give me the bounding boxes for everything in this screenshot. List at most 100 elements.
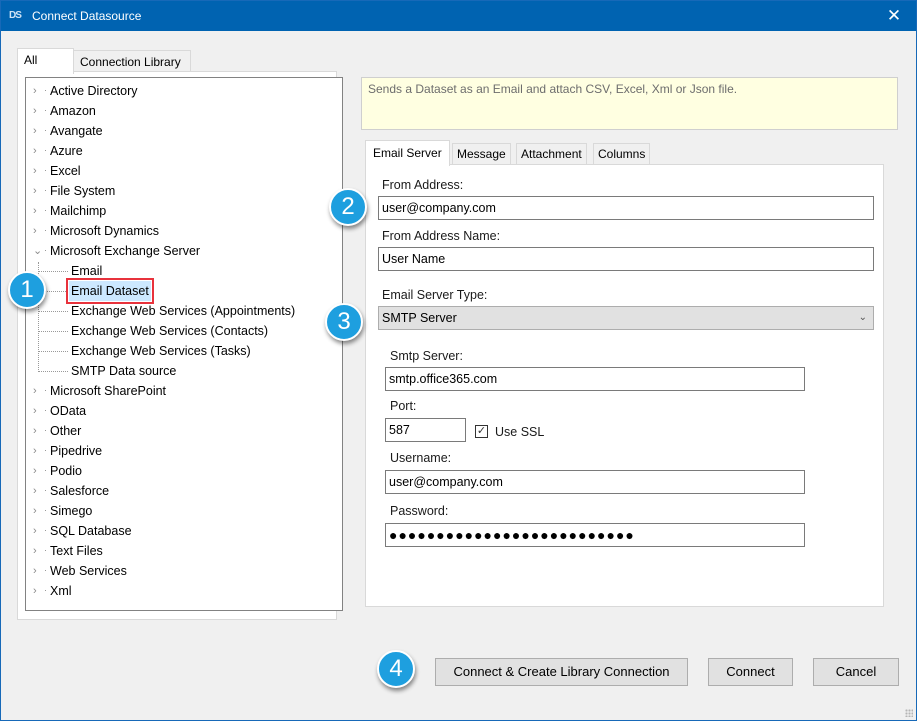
tree-item-label: Microsoft Dynamics <box>50 224 160 238</box>
tree-child-label: Exchange Web Services (Appointments) <box>71 304 296 318</box>
connect-button[interactable]: Connect <box>708 658 793 686</box>
window-title: Connect Datasource <box>32 9 142 23</box>
chevron-right-icon[interactable]: › <box>33 441 43 461</box>
chevron-right-icon[interactable]: › <box>33 81 43 101</box>
tree-item-label: Microsoft Exchange Server <box>50 244 201 258</box>
tab-connection-library[interactable]: Connection Library <box>73 50 191 73</box>
tab-attachment[interactable]: Attachment <box>516 143 587 165</box>
tree-child-label: Email Dataset <box>66 278 154 304</box>
tab-columns[interactable]: Columns <box>593 143 651 165</box>
tree-item-label: Avangate <box>50 124 103 138</box>
chevron-right-icon[interactable]: › <box>33 581 43 601</box>
from-address-name-input[interactable] <box>378 247 874 271</box>
tree-item-label: Xml <box>50 584 72 598</box>
port-label: Port: <box>390 399 417 413</box>
tree-child-label: Email <box>71 264 103 278</box>
email-server-type-label: Email Server Type: <box>382 288 488 302</box>
smtp-server-input[interactable] <box>385 367 805 391</box>
username-input[interactable] <box>385 470 805 494</box>
tree-connector <box>38 331 68 332</box>
step-badge-3: 3 <box>325 303 363 341</box>
email-server-type-select[interactable]: SMTP Server ⌄ <box>378 306 874 330</box>
tree-item-label: File System <box>50 184 116 198</box>
from-address-name-label: From Address Name: <box>382 229 501 243</box>
smtp-server-label: Smtp Server: <box>390 349 463 363</box>
tree-connector <box>45 230 46 231</box>
tab-email-server[interactable]: Email Server <box>365 140 450 166</box>
tree-item-label: Web Services <box>50 564 127 578</box>
chevron-right-icon[interactable]: › <box>33 401 43 421</box>
tree-item-label: Pipedrive <box>50 444 103 458</box>
chevron-right-icon[interactable]: › <box>33 121 43 141</box>
chevron-right-icon[interactable]: › <box>33 181 43 201</box>
chevron-right-icon[interactable]: › <box>33 161 43 181</box>
password-input[interactable]: ●●●●●●●●●●●●●●●●●●●●●●●●●● <box>385 523 805 547</box>
chevron-right-icon[interactable]: › <box>33 501 43 521</box>
tree-item-label: Text Files <box>50 544 103 558</box>
close-button[interactable]: ✕ <box>872 1 916 31</box>
chevron-right-icon[interactable]: › <box>33 421 43 441</box>
cancel-button[interactable]: Cancel <box>813 658 899 686</box>
tree-item-label: Other <box>50 424 82 438</box>
tree-item-label: SQL Database <box>50 524 132 538</box>
chevron-right-icon[interactable]: › <box>33 201 43 221</box>
tree-connector <box>45 410 46 411</box>
username-label: Username: <box>390 451 452 465</box>
title-bar: DS Connect Datasource ✕ <box>1 1 916 31</box>
email-server-type-value: SMTP Server <box>382 311 457 325</box>
chevron-right-icon[interactable]: › <box>33 221 43 241</box>
chevron-down-icon[interactable]: ⌄ <box>33 241 43 261</box>
resize-grip[interactable] <box>905 709 913 717</box>
tree-connector <box>38 271 68 272</box>
from-address-input[interactable] <box>378 196 874 220</box>
tree-connector <box>45 510 46 511</box>
chevron-right-icon[interactable]: › <box>33 541 43 561</box>
tab-all[interactable]: All <box>17 48 74 74</box>
step-badge-2: 2 <box>329 188 367 226</box>
tree-item-label: Salesforce <box>50 484 110 498</box>
use-ssl-checkbox[interactable]: ✓ <box>475 425 488 438</box>
tree-connector <box>45 550 46 551</box>
chevron-right-icon[interactable]: › <box>33 101 43 121</box>
tree-item-label: Simego <box>50 504 93 518</box>
tree-connector <box>45 150 46 151</box>
step-badge-1: 1 <box>8 271 46 309</box>
port-input[interactable] <box>385 418 466 442</box>
from-address-label: From Address: <box>382 178 464 192</box>
tree-item-label: Amazon <box>50 104 96 118</box>
tree-connector <box>45 90 46 91</box>
chevron-right-icon[interactable]: › <box>33 381 43 401</box>
connect-create-library-button[interactable]: Connect & Create Library Connection <box>435 658 688 686</box>
tree-connector <box>38 311 68 312</box>
tab-email-server-label: Email Server <box>373 146 442 160</box>
password-label: Password: <box>390 504 449 518</box>
tree-child-label: SMTP Data source <box>71 364 177 378</box>
tree-item-label: Podio <box>50 464 82 478</box>
checkmark-icon: ✓ <box>476 425 487 437</box>
chevron-right-icon[interactable]: › <box>33 561 43 581</box>
chevron-right-icon[interactable]: › <box>33 461 43 481</box>
datasource-tree[interactable]: › Active Directory › Amazon › Avangate › Azure ›… <box>25 77 343 611</box>
tab-attachment-label: Attachment <box>521 147 582 161</box>
tree-connector <box>45 450 46 451</box>
tree-connector <box>45 190 46 191</box>
tree-connector <box>45 430 46 431</box>
tree-item-label: Mailchimp <box>50 204 107 218</box>
tab-connection-library-label: Connection Library <box>80 55 181 69</box>
chevron-right-icon[interactable]: › <box>33 521 43 541</box>
tab-message[interactable]: Message <box>452 143 511 165</box>
chevron-right-icon[interactable]: › <box>33 481 43 501</box>
use-ssl-label[interactable]: Use SSL <box>495 425 544 439</box>
tree-connector <box>45 250 46 251</box>
tree-connector <box>45 390 46 391</box>
app-icon: DS <box>9 10 22 21</box>
step-badge-4: 4 <box>377 650 415 688</box>
chevron-right-icon[interactable]: › <box>33 141 43 161</box>
tree-item-label: Active Directory <box>50 84 138 98</box>
tree-child-label: Exchange Web Services (Tasks) <box>71 344 251 358</box>
tree-connector <box>45 530 46 531</box>
tree-item-label: OData <box>50 404 87 418</box>
tree-connector <box>38 371 68 372</box>
tree-connector <box>45 470 46 471</box>
tree-child-label: Exchange Web Services (Contacts) <box>71 324 269 338</box>
